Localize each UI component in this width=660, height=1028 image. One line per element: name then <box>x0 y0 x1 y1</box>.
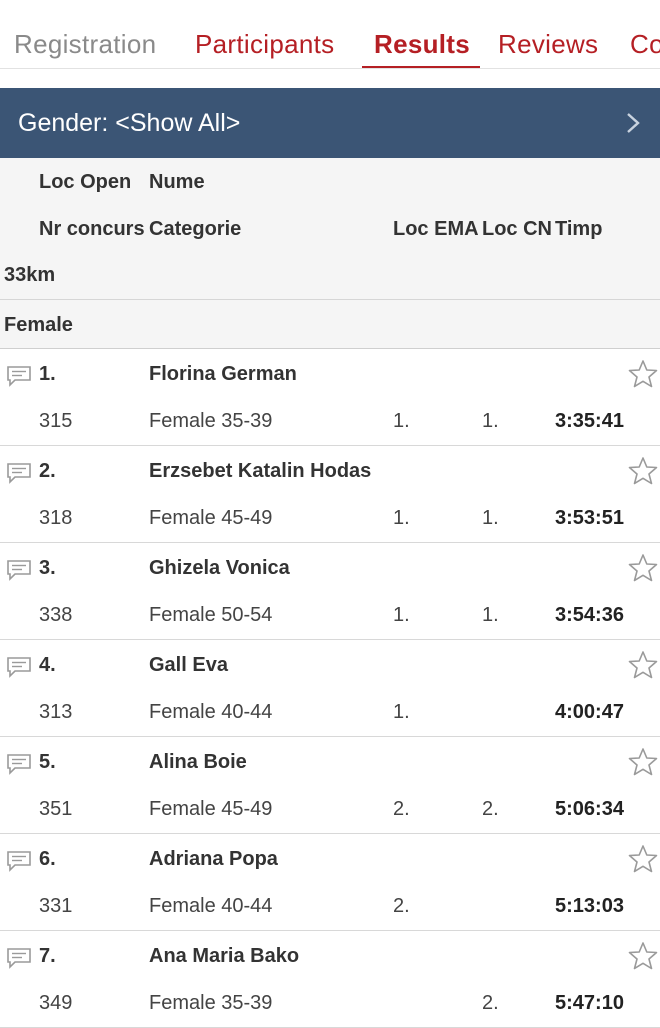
bib-number: 351 <box>39 798 73 820</box>
loc-ema: 1. <box>393 507 410 529</box>
category: Female 45-49 <box>149 798 273 820</box>
finish-time: 3:53:51 <box>555 507 624 529</box>
star-icon[interactable] <box>628 844 658 874</box>
bib-number: 349 <box>39 992 73 1014</box>
loc-cn: 1. <box>482 507 499 529</box>
header-row-1: Loc Open Nume <box>0 158 660 205</box>
active-tab-indicator <box>362 66 480 68</box>
finish-time: 5:13:03 <box>555 895 624 917</box>
result-row[interactable]: 5. Alina Boie 351 Female 45-49 2. 2. 5:0… <box>0 737 660 834</box>
tab-co[interactable]: Co <box>630 26 660 62</box>
tab-registration[interactable]: Registration <box>14 26 156 62</box>
results-header: Loc Open Nume Nr concurs Categorie Loc E… <box>0 158 660 252</box>
place: 3. <box>39 557 56 579</box>
loc-ema: 2. <box>393 895 410 917</box>
header-loc-ema: Loc EMA <box>393 218 479 240</box>
place: 4. <box>39 654 56 676</box>
place: 1. <box>39 363 56 385</box>
header-nr-concurs: Nr concurs <box>39 218 145 240</box>
participant-name[interactable]: Gall Eva <box>149 654 228 677</box>
place: 7. <box>39 945 56 967</box>
category: Female 40-44 <box>149 701 273 723</box>
place: 6. <box>39 848 56 870</box>
group-label-row: Female <box>0 300 660 349</box>
loc-ema: 2. <box>393 798 410 820</box>
tab-participants[interactable]: Participants <box>195 26 334 62</box>
loc-cn: 1. <box>482 410 499 432</box>
loc-cn: 2. <box>482 992 499 1014</box>
tab-bar: Registration Participants Results Review… <box>0 0 660 69</box>
category: Female 35-39 <box>149 410 273 432</box>
category: Female 45-49 <box>149 507 273 529</box>
category: Female 40-44 <box>149 895 273 917</box>
participant-name[interactable]: Adriana Popa <box>149 848 278 871</box>
header-row-2: Nr concurs Categorie Loc EMA Loc CN Timp <box>0 205 660 252</box>
bib-number: 318 <box>39 507 73 529</box>
result-row[interactable]: 6. Adriana Popa 331 Female 40-44 2. 5:13… <box>0 834 660 931</box>
finish-time: 3:54:36 <box>555 604 624 626</box>
bib-number: 315 <box>39 410 73 432</box>
participant-name[interactable]: Alina Boie <box>149 751 247 774</box>
header-categorie: Categorie <box>149 218 242 240</box>
participant-name[interactable]: Erzsebet Katalin Hodas <box>149 460 371 483</box>
distance-label-row: 33km <box>0 252 660 300</box>
header-nume: Nume <box>149 171 205 193</box>
header-timp: Timp <box>555 218 603 240</box>
finish-time: 4:00:47 <box>555 701 624 723</box>
result-row[interactable]: 3. Ghizela Vonica 338 Female 50-54 1. 1.… <box>0 543 660 640</box>
header-loc-cn: Loc CN <box>482 218 552 240</box>
participant-name[interactable]: Florina German <box>149 363 297 386</box>
tab-results[interactable]: Results <box>374 26 470 62</box>
result-row[interactable]: 1. Florina German 315 Female 35-39 1. 1.… <box>0 349 660 446</box>
bib-number: 338 <box>39 604 73 626</box>
result-row[interactable]: 4. Gall Eva 313 Female 40-44 1. 4:00:47 <box>0 640 660 737</box>
bib-number: 331 <box>39 895 73 917</box>
loc-ema: 1. <box>393 410 410 432</box>
distance-label: 33km <box>4 264 56 286</box>
participant-name[interactable]: Ana Maria Bako <box>149 945 299 968</box>
gender-filter-label: Gender: <Show All> <box>18 109 241 137</box>
star-icon[interactable] <box>628 650 658 680</box>
category: Female 35-39 <box>149 992 273 1014</box>
result-row[interactable]: 2. Erzsebet Katalin Hodas 318 Female 45-… <box>0 446 660 543</box>
results-list: 1. Florina German 315 Female 35-39 1. 1.… <box>0 349 660 1028</box>
bib-number: 313 <box>39 701 73 723</box>
tab-reviews[interactable]: Reviews <box>498 26 598 62</box>
loc-cn: 2. <box>482 798 499 820</box>
group-label: Female <box>4 314 73 336</box>
category: Female 50-54 <box>149 604 273 626</box>
finish-time: 5:06:34 <box>555 798 624 820</box>
participant-name[interactable]: Ghizela Vonica <box>149 557 290 580</box>
place: 2. <box>39 460 56 482</box>
star-icon[interactable] <box>628 747 658 777</box>
result-row[interactable]: 7. Ana Maria Bako 349 Female 35-39 2. 5:… <box>0 931 660 1028</box>
star-icon[interactable] <box>628 553 658 583</box>
chevron-right-icon <box>627 113 640 133</box>
star-icon[interactable] <box>628 941 658 971</box>
finish-time: 3:35:41 <box>555 410 624 432</box>
loc-ema: 1. <box>393 701 410 723</box>
star-icon[interactable] <box>628 456 658 486</box>
star-icon[interactable] <box>628 359 658 389</box>
loc-ema: 1. <box>393 604 410 626</box>
place: 5. <box>39 751 56 773</box>
header-loc-open: Loc Open <box>39 171 132 193</box>
loc-cn: 1. <box>482 604 499 626</box>
finish-time: 5:47:10 <box>555 992 624 1014</box>
gender-filter[interactable]: Gender: <Show All> <box>0 88 660 158</box>
